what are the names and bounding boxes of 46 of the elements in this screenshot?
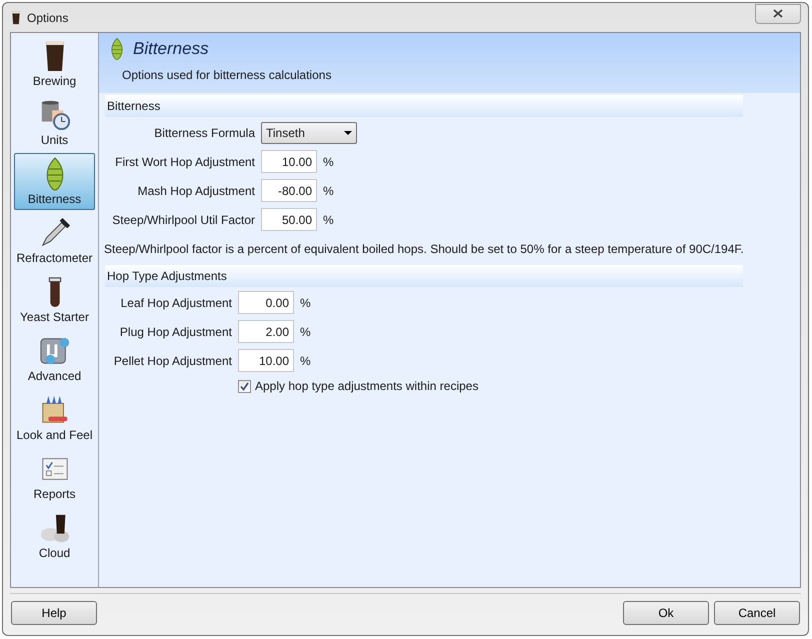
sidebar-item[interactable]: Cloud [14,507,95,564]
cancel-button[interactable]: Cancel [714,600,800,624]
sidebar-item[interactable]: Brewing [14,35,95,92]
sidebar-item[interactable]: Advanced [14,330,95,387]
sidebar-item[interactable]: Yeast Starter [14,271,95,328]
checkmark-icon [240,382,249,390]
sidebar-item[interactable]: Bitterness [14,153,95,210]
number-field[interactable]: 10.00 [238,349,294,372]
field-label: First Wort Hop Adjustment [114,154,256,170]
section-header: Hop Type Adjustments [105,265,743,287]
field-label: Leaf Hop Adjustment [120,294,233,312]
sidebar-item[interactable]: Reports [14,448,95,505]
help-button[interactable]: Help [11,600,97,624]
help-text: Steep/Whirlpool factor is a percent of equivalent boiled hops. Should be set to 50% for a steep temperature of 90C/194F. [104,240,744,258]
field-label: Pellet Hop Adjustment [112,352,233,370]
field-label: Mash Hop Adjustment [136,182,256,200]
unit-label: % [300,324,311,340]
caret-icon [344,130,352,134]
page-subtitle: Options used for bitterness calculations [122,66,332,84]
number-field[interactable]: 2.00 [238,320,294,343]
checkbox-label: Apply hop type adjustments within recipes [255,378,478,395]
field-label: Bitterness Formula [153,124,256,142]
sidebar-item[interactable]: Look and Feel [14,389,95,446]
number-field[interactable]: 50.00 [261,208,317,231]
formula-dropdown[interactable]: Tinseth [261,122,357,144]
close-icon [773,9,783,18]
checkbox[interactable] [238,380,251,392]
ok-button[interactable]: Ok [623,600,709,624]
hop-icon [109,36,125,61]
number-field[interactable]: 0.00 [238,291,294,314]
window-title: Options [27,10,68,26]
unit-label: % [323,182,334,200]
unit-label: % [323,154,334,170]
section-header: Bitterness [105,95,743,117]
unit-label: % [300,352,311,370]
close-button[interactable] [755,4,801,24]
beer-glass-icon [11,10,21,24]
number-field[interactable]: -80.00 [261,179,317,202]
field-label: Plug Hop Adjustment [118,324,233,340]
unit-label: % [300,294,311,312]
sidebar-item[interactable]: Units [14,94,95,151]
page-title: Bitterness [133,38,209,60]
sidebar-item[interactable]: Refractometer [14,212,95,269]
number-field[interactable]: 10.00 [261,150,317,173]
field-label: Steep/Whirlpool Util Factor [111,212,256,228]
unit-label: % [323,212,334,228]
